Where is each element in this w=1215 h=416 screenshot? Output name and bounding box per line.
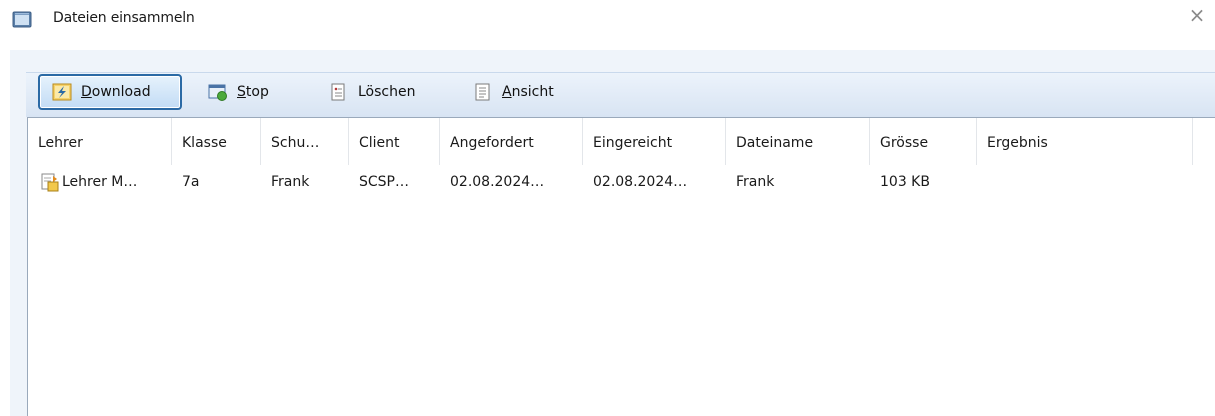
cell-lehrer-text: Lehrer M… [62, 174, 138, 190]
cell-lehrer: Lehrer M… [28, 165, 172, 199]
delete-icon [331, 83, 345, 101]
column-header-client[interactable]: Client [349, 118, 440, 165]
close-button[interactable]: × [1185, 3, 1209, 27]
cell-client: SCSP… [359, 174, 409, 190]
download-button[interactable]: Download [38, 74, 182, 110]
toolbar [26, 72, 1215, 117]
table-row[interactable]: Lehrer M… 7a Frank SCSP… 02.08.2024… 02.… [28, 165, 1215, 199]
stop-icon [208, 84, 227, 101]
column-header-groesse[interactable]: Grösse [870, 118, 977, 165]
cell-ergebnis [977, 165, 1193, 199]
column-header-ergebnis[interactable]: Ergebnis [977, 118, 1193, 165]
cell-dateiname: Frank [736, 174, 775, 190]
cell-angefordert: 02.08.2024… [450, 174, 545, 190]
close-icon: × [1188, 3, 1206, 27]
files-table: Lehrer Klasse Schu… Client Angefordert E… [27, 117, 1215, 416]
download-label: Download [81, 84, 151, 100]
view-button[interactable]: Ansicht [473, 74, 583, 110]
download-icon [52, 83, 72, 101]
column-header-klasse[interactable]: Klasse [172, 118, 261, 165]
cell-schueler: Frank [271, 174, 310, 190]
stop-label: Stop [237, 84, 269, 100]
window-title: Dateien einsammeln [53, 10, 195, 26]
title-bar: Dateien einsammeln × [0, 0, 1215, 42]
column-header-angefordert[interactable]: Angefordert [440, 118, 583, 165]
delete-label: Löschen [358, 84, 416, 100]
view-label: Ansicht [502, 84, 554, 100]
column-header-eingereicht[interactable]: Eingereicht [583, 118, 726, 165]
column-header-schueler[interactable]: Schu… [261, 118, 349, 165]
stop-button[interactable]: Stop [208, 74, 298, 110]
window-icon [12, 11, 32, 28]
cell-klasse: 7a [182, 174, 200, 190]
column-header-lehrer[interactable]: Lehrer [28, 118, 172, 165]
view-icon [475, 83, 490, 101]
cell-eingereicht: 02.08.2024… [593, 174, 688, 190]
table-header: Lehrer Klasse Schu… Client Angefordert E… [28, 118, 1215, 165]
cell-groesse: 103 KB [880, 174, 930, 190]
column-header-dateiname[interactable]: Dateiname [726, 118, 870, 165]
collect-files-window: Dateien einsammeln × Download Stop Lösch… [0, 0, 1215, 416]
delete-button[interactable]: Löschen [329, 74, 449, 110]
teacher-file-icon [41, 173, 59, 192]
